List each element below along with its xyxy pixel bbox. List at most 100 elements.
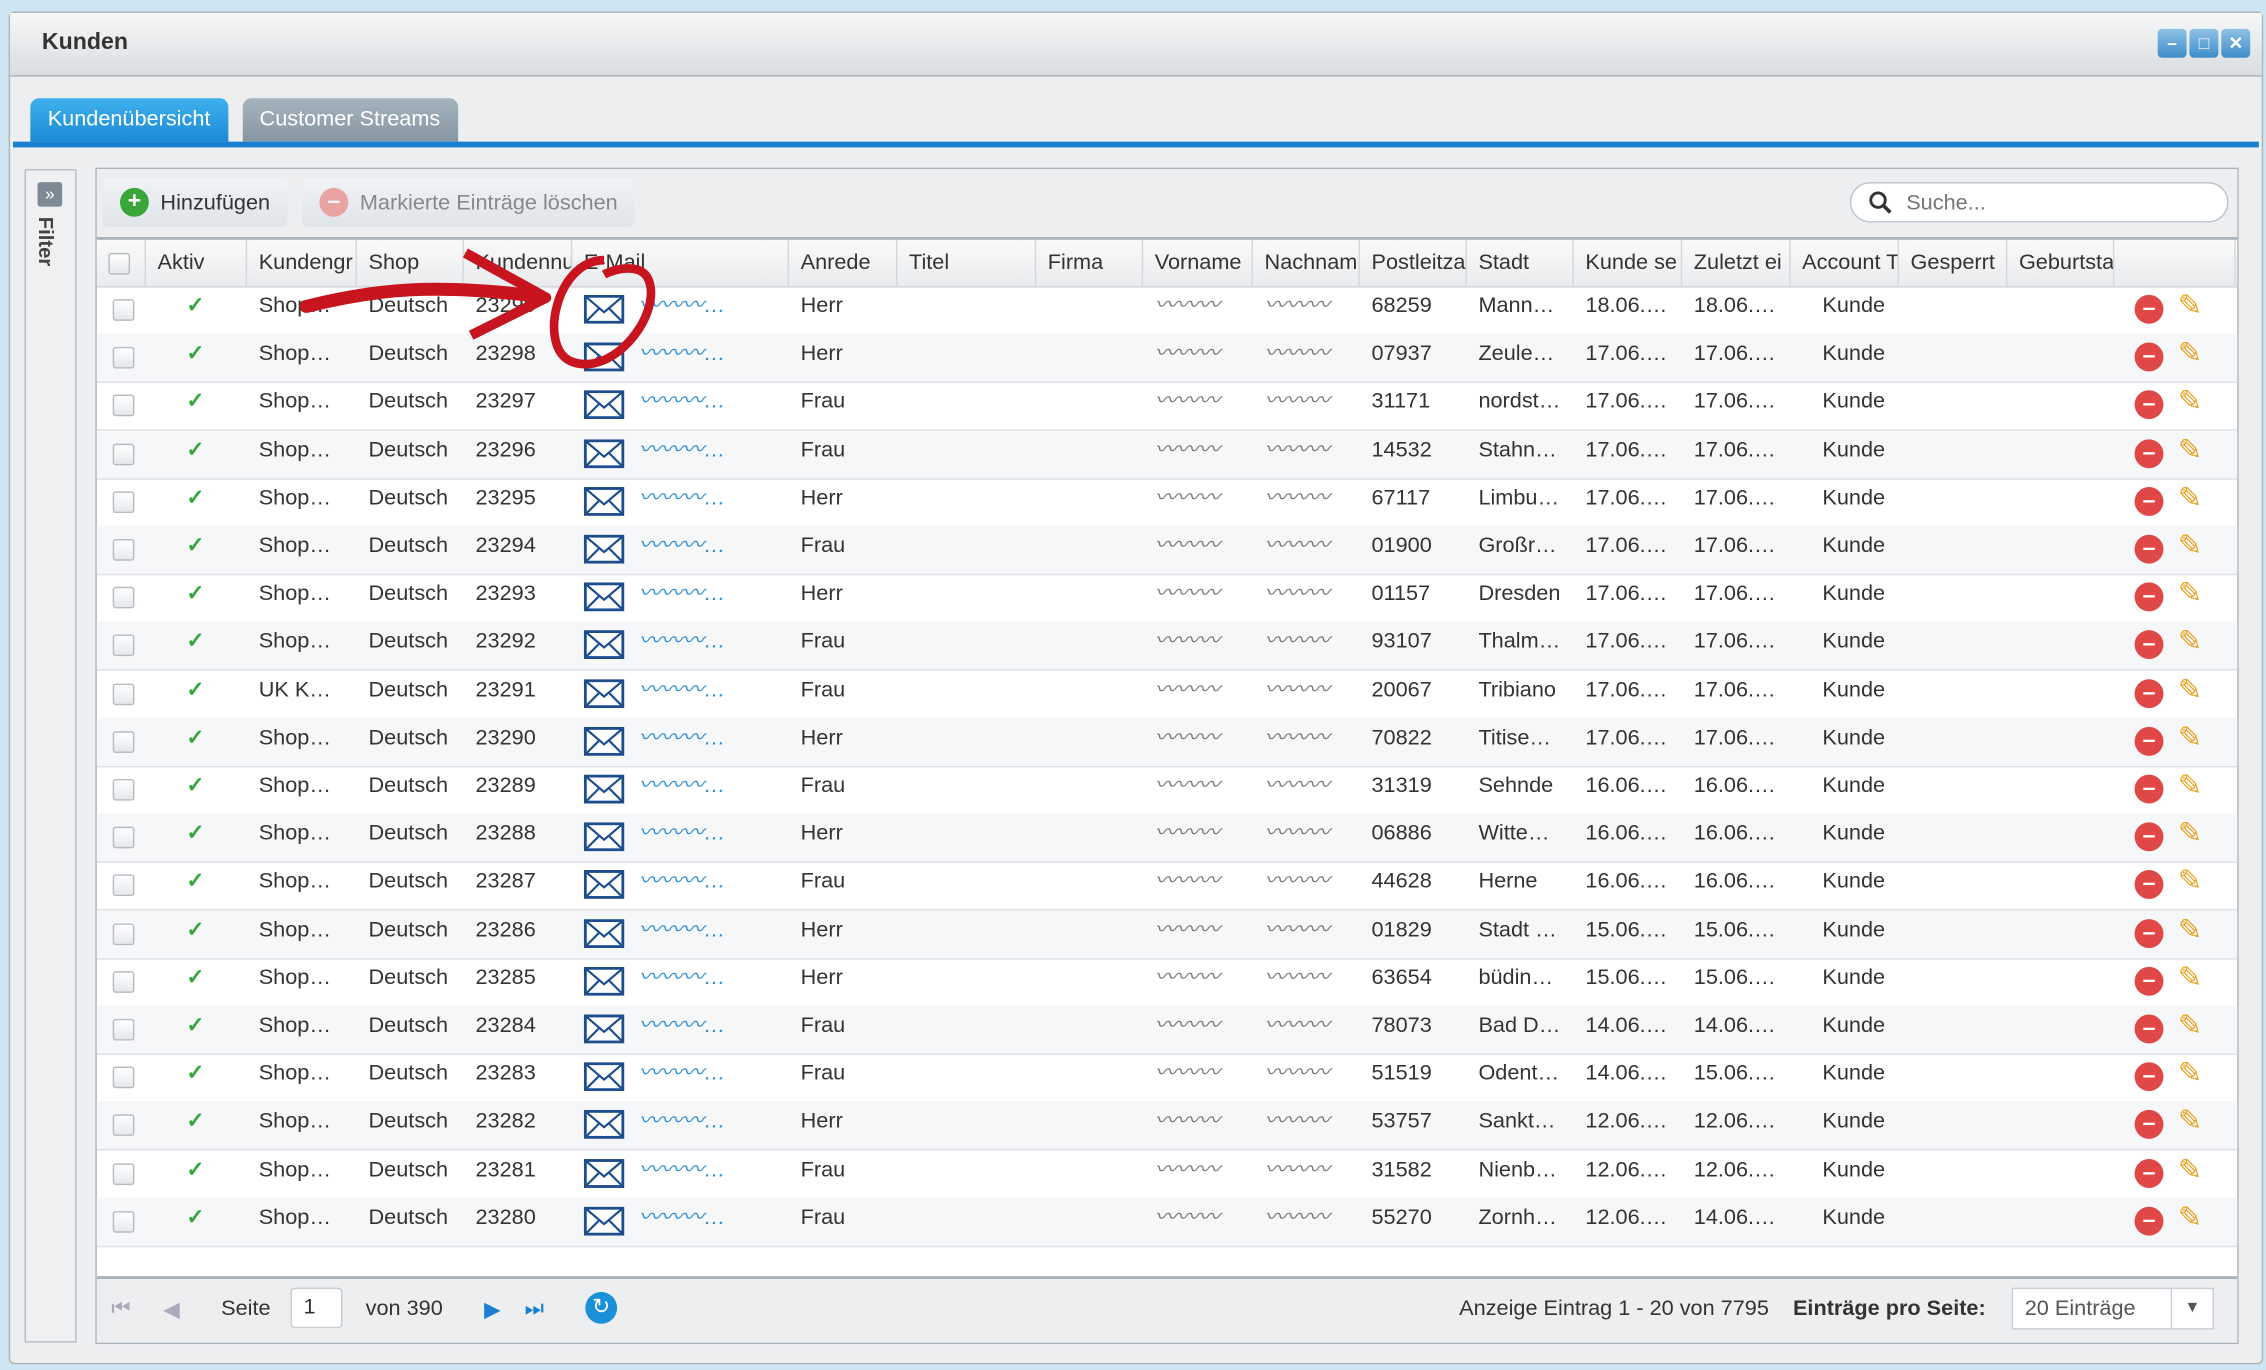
filter-panel[interactable]: » Filter xyxy=(24,169,77,1343)
email-obscured[interactable]: 〰〰〰… xyxy=(639,1109,726,1134)
delete-row-icon[interactable]: – xyxy=(2134,390,2164,420)
column-header[interactable]: Geburtsta xyxy=(2007,239,2115,287)
row-checkbox[interactable] xyxy=(112,826,135,849)
edit-pencil-icon[interactable]: ✎ xyxy=(2178,818,2202,850)
column-header[interactable]: Anrede xyxy=(789,239,898,287)
delete-row-icon[interactable]: – xyxy=(2134,678,2164,708)
mail-icon[interactable] xyxy=(583,726,625,756)
delete-row-icon[interactable]: – xyxy=(2134,918,2164,948)
search-input[interactable] xyxy=(1903,188,2199,217)
table-row[interactable]: ✓ Shop… Deutsch 23285 〰〰〰… Herr 〰〰〰 〰〰〰 63654 büd… xyxy=(96,958,2238,1008)
delete-row-icon[interactable]: – xyxy=(2134,294,2164,324)
delete-row-icon[interactable]: – xyxy=(2134,870,2164,900)
column-header[interactable]: Zuletzt ei xyxy=(1682,239,1791,287)
table-row[interactable]: ✓ Shop… Deutsch 23281 〰〰〰… Frau 〰〰〰 〰〰〰 31582 Nie… xyxy=(96,1150,2238,1199)
table-row[interactable]: ✓ Shop… Deutsch 23286 〰〰〰… Herr 〰〰〰 〰〰〰 01829 Sta… xyxy=(96,909,2238,960)
row-checkbox[interactable] xyxy=(112,922,135,945)
column-header[interactable]: Vorname xyxy=(1143,239,1253,287)
column-header[interactable] xyxy=(97,239,146,287)
delete-row-icon[interactable]: – xyxy=(2134,1062,2164,1092)
mail-icon[interactable] xyxy=(583,438,625,468)
edit-pencil-icon[interactable]: ✎ xyxy=(2178,290,2202,322)
edit-pencil-icon[interactable]: ✎ xyxy=(2178,626,2202,658)
column-header[interactable]: E-Mail xyxy=(572,239,790,287)
select-all-checkbox[interactable] xyxy=(108,252,131,275)
mail-icon[interactable] xyxy=(583,678,625,708)
email-obscured[interactable]: 〰〰〰… xyxy=(639,629,726,654)
table-row[interactable]: ✓ Shop… Deutsch 23288 〰〰〰… Herr 〰〰〰 〰〰〰 06886 Wit… xyxy=(96,813,2238,864)
mail-icon[interactable] xyxy=(583,582,625,612)
column-header[interactable]: Kundengr xyxy=(247,239,357,287)
close-button[interactable]: ✕ xyxy=(2221,28,2251,58)
column-header[interactable]: Account T xyxy=(1791,239,1899,287)
mail-icon[interactable] xyxy=(583,294,625,324)
delete-row-icon[interactable]: – xyxy=(2134,438,2164,468)
page-input[interactable]: 1 xyxy=(290,1287,343,1329)
prev-page-icon[interactable]: ◀ xyxy=(163,1296,180,1323)
delete-row-icon[interactable]: – xyxy=(2134,486,2164,516)
column-header[interactable]: Titel xyxy=(897,239,1037,287)
per-page-select[interactable]: 20 Einträge ▼ xyxy=(2011,1287,2215,1330)
email-obscured[interactable]: 〰〰〰… xyxy=(639,1157,726,1182)
edit-pencil-icon[interactable]: ✎ xyxy=(2178,674,2202,706)
table-row[interactable]: ✓ Shop… Deutsch 23284 〰〰〰… Frau 〰〰〰 〰〰〰 78073 Bad… xyxy=(96,1005,2238,1055)
email-obscured[interactable]: 〰〰〰… xyxy=(639,869,726,894)
row-checkbox[interactable] xyxy=(112,730,135,753)
table-row[interactable]: ✓ Shop… Deutsch 23296 〰〰〰… Frau 〰〰〰 〰〰〰 14532 Sta… xyxy=(96,430,2238,480)
table-row[interactable]: ✓ Shop… Deutsch 23283 〰〰〰… Frau 〰〰〰 〰〰〰 51519 Ode… xyxy=(96,1054,2238,1103)
row-checkbox[interactable] xyxy=(112,443,135,465)
row-checkbox[interactable] xyxy=(112,1210,135,1233)
table-row[interactable]: ✓ UK K… Deutsch 23291 〰〰〰… Frau 〰〰〰 〰〰〰 20067 Tri… xyxy=(96,670,2238,720)
mail-icon[interactable] xyxy=(583,1062,625,1092)
email-obscured[interactable]: 〰〰〰… xyxy=(639,389,726,414)
mail-icon[interactable] xyxy=(583,966,625,996)
row-checkbox[interactable] xyxy=(112,491,135,513)
edit-pencil-icon[interactable]: ✎ xyxy=(2178,866,2202,898)
edit-pencil-icon[interactable]: ✎ xyxy=(2178,962,2202,994)
edit-pencil-icon[interactable]: ✎ xyxy=(2178,1154,2202,1186)
table-row[interactable]: ✓ Shop… Deutsch 23282 〰〰〰… Herr 〰〰〰 〰〰〰 53757 San… xyxy=(96,1101,2238,1151)
column-header[interactable]: Stadt xyxy=(1467,239,1574,287)
email-obscured[interactable]: 〰〰〰… xyxy=(639,965,726,990)
email-obscured[interactable]: 〰〰〰… xyxy=(639,437,726,462)
email-obscured[interactable]: 〰〰〰… xyxy=(639,677,726,702)
table-row[interactable]: ✓ Shop… Deutsch 23295 〰〰〰… Herr 〰〰〰 〰〰〰 67117 Lim… xyxy=(96,478,2238,528)
email-obscured[interactable]: 〰〰〰… xyxy=(639,725,726,750)
row-checkbox[interactable] xyxy=(112,1162,135,1185)
edit-pencil-icon[interactable]: ✎ xyxy=(2178,722,2202,754)
edit-pencil-icon[interactable]: ✎ xyxy=(2178,386,2202,418)
email-obscured[interactable]: 〰〰〰… xyxy=(639,293,726,318)
mail-icon[interactable] xyxy=(583,774,625,804)
row-checkbox[interactable] xyxy=(112,395,135,417)
column-header[interactable]: Gesperrt xyxy=(1899,239,2008,287)
edit-pencil-icon[interactable]: ✎ xyxy=(2178,1010,2202,1042)
row-checkbox[interactable] xyxy=(112,347,135,369)
row-checkbox[interactable] xyxy=(112,1114,135,1137)
mail-icon[interactable] xyxy=(583,390,625,420)
email-obscured[interactable]: 〰〰〰… xyxy=(639,581,726,606)
refresh-icon[interactable]: ↻ xyxy=(585,1292,618,1324)
tab-customer-streams[interactable]: Customer Streams xyxy=(242,98,458,142)
delete-row-icon[interactable]: – xyxy=(2134,1158,2164,1188)
column-header[interactable]: Shop xyxy=(357,239,464,287)
mail-icon[interactable] xyxy=(583,534,625,564)
row-checkbox[interactable] xyxy=(112,970,135,993)
maximize-button[interactable]: □ xyxy=(2189,28,2219,58)
delete-row-icon[interactable]: – xyxy=(2134,534,2164,564)
mail-icon[interactable] xyxy=(583,630,625,660)
delete-row-icon[interactable]: – xyxy=(2134,630,2164,660)
delete-row-icon[interactable]: – xyxy=(2134,774,2164,804)
mail-icon[interactable] xyxy=(583,1206,625,1236)
edit-pencil-icon[interactable]: ✎ xyxy=(2178,434,2202,466)
table-row[interactable]: ✓ Shop… Deutsch 23287 〰〰〰… Frau 〰〰〰 〰〰〰 44628 Her… xyxy=(96,862,2238,912)
tab-kundenuebersicht[interactable]: Kundenübersicht xyxy=(30,98,228,142)
row-checkbox[interactable] xyxy=(112,1066,135,1089)
mail-icon[interactable] xyxy=(583,870,625,900)
mail-icon[interactable] xyxy=(583,822,625,852)
delete-selected-button[interactable]: – Markierte Einträge löschen xyxy=(302,177,636,227)
mail-icon[interactable] xyxy=(583,1158,625,1188)
edit-pencil-icon[interactable]: ✎ xyxy=(2178,1202,2202,1234)
edit-pencil-icon[interactable]: ✎ xyxy=(2178,338,2202,370)
minimize-button[interactable]: – xyxy=(2157,28,2187,58)
column-header[interactable]: Kundennu xyxy=(464,239,573,287)
